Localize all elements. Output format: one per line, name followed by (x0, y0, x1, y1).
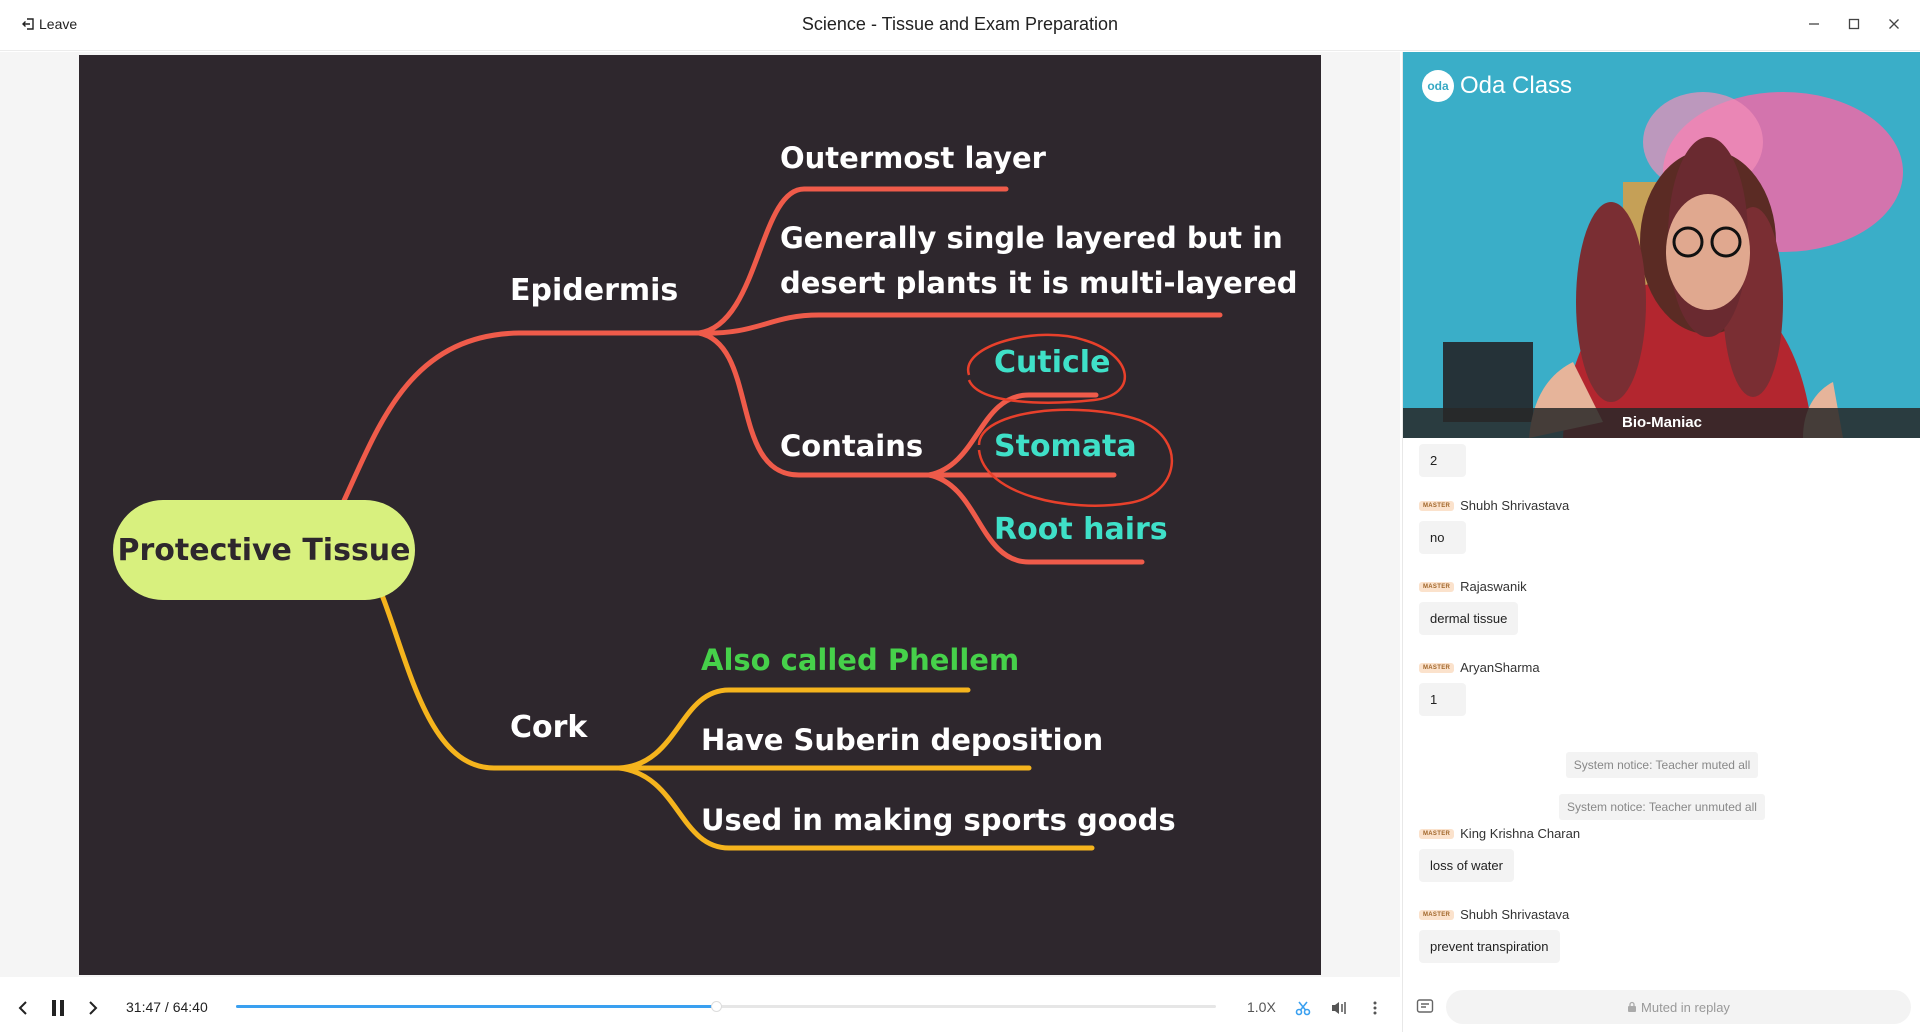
cuticle-label: Cuticle (994, 345, 1110, 380)
chat-message: 2 (1419, 438, 1466, 477)
playback-controls: 31:47 / 64:40 1.0X (0, 980, 1400, 1032)
progress-bar[interactable] (236, 1001, 1216, 1012)
master-badge: MASTER (1419, 828, 1455, 839)
epidermis-label: Epidermis (510, 273, 678, 308)
sender-name: Shubh Shrivastava (1460, 498, 1570, 513)
speed-button[interactable]: 1.0X (1247, 999, 1276, 1015)
message-text: 2 (1419, 444, 1466, 477)
logo-text: Oda Class (1460, 72, 1573, 99)
message-text: loss of water (1419, 849, 1514, 882)
phellem-label: Also called Phellem (701, 643, 1019, 677)
sports-label: Used in making sports goods (701, 803, 1176, 837)
sender-name: Shubh Shrivastava (1460, 907, 1570, 922)
time-display: 31:47 / 64:40 (126, 999, 208, 1015)
close-icon (1889, 19, 1899, 29)
message-text: dermal tissue (1419, 602, 1519, 635)
maximize-button[interactable] (1842, 12, 1866, 36)
mind-map: Protective Tissue Epidermis Outermost la… (113, 141, 1298, 851)
oda-logo: oda Oda Class (1422, 70, 1572, 102)
title-bar: Leave Science - Tissue and Exam Preparat… (0, 0, 1920, 51)
scissors-icon (1295, 1001, 1311, 1016)
stomata-label: Stomata (994, 429, 1137, 464)
side-panel: oda Oda Class Bio-Maniac 2 MASTER Shubh S… (1402, 52, 1920, 1032)
message-text: 1 (1419, 683, 1466, 716)
master-badge: MASTER (1419, 662, 1455, 673)
pause-icon (52, 1000, 64, 1016)
logo-icon: oda (1422, 70, 1454, 102)
single-layer-line2: desert plants it is multi-layered (780, 266, 1298, 300)
sender-name: King Krishna Charan (1460, 826, 1581, 841)
outermost-label: Outermost layer (780, 141, 1047, 175)
master-badge: MASTER (1419, 909, 1455, 920)
chat-message: MASTER Rajaswanik dermal tissue (1419, 579, 1527, 635)
chat-toggle-button[interactable] (1416, 998, 1436, 1016)
teacher-video: oda Oda Class Bio-Maniac (1403, 52, 1920, 438)
contains-label: Contains (780, 429, 923, 463)
clip-button[interactable] (1291, 996, 1315, 1020)
chat-message: MASTER King Krishna Charan loss of water (1419, 826, 1580, 882)
chat-message: MASTER AryanSharma 1 (1419, 660, 1540, 716)
sender-name: AryanSharma (1460, 660, 1540, 675)
message-text: no (1419, 521, 1466, 554)
chat-input-muted: Muted in replay (1446, 990, 1911, 1024)
close-button[interactable] (1882, 12, 1906, 36)
minimize-button[interactable] (1802, 12, 1826, 36)
previous-button[interactable] (11, 996, 35, 1020)
maximize-icon (1848, 18, 1860, 30)
pause-button[interactable] (46, 996, 70, 1020)
minimize-icon (1809, 23, 1819, 25)
master-badge: MASTER (1419, 500, 1455, 511)
chat-message: MASTER Shubh Shrivastava no (1419, 498, 1569, 554)
single-layer-line1: Generally single layered but in (780, 221, 1283, 255)
muted-label: Muted in replay (1641, 999, 1730, 1015)
chat-toggle-icon (1416, 999, 1434, 1013)
root-hairs-label: Root hairs (994, 512, 1168, 547)
suberin-label: Have Suberin deposition (701, 723, 1103, 757)
teacher-name: Bio-Maniac (1403, 408, 1920, 438)
more-icon (1373, 1001, 1377, 1015)
message-text: prevent transpiration (1419, 930, 1560, 963)
video-frame (1403, 52, 1920, 438)
root-label: Protective Tissue (118, 533, 411, 568)
window-title: Science - Tissue and Exam Preparation (801, 14, 1119, 34)
next-icon (89, 1001, 98, 1015)
sender-name: Rajaswanik (1460, 579, 1527, 594)
presentation-stage: Protective Tissue Epidermis Outermost la… (0, 52, 1400, 977)
slide: Protective Tissue Epidermis Outermost la… (79, 55, 1321, 975)
next-button[interactable] (81, 996, 105, 1020)
system-notice: System notice: Teacher unmuted all (1403, 794, 1920, 820)
chat-list[interactable]: 2 MASTER Shubh Shrivastava no MASTER Rajas… (1403, 438, 1920, 978)
system-notice: System notice: Teacher muted all (1403, 752, 1920, 778)
volume-button[interactable] (1327, 996, 1351, 1020)
more-button[interactable] (1363, 996, 1387, 1020)
chat-message: MASTER Shubh Shrivastava prevent transpir… (1419, 907, 1569, 963)
progress-fill (236, 1005, 717, 1008)
previous-icon (18, 1001, 27, 1015)
master-badge: MASTER (1419, 581, 1455, 592)
progress-handle[interactable] (711, 1001, 723, 1012)
lock-icon (1628, 1001, 1637, 1012)
cork-label: Cork (510, 710, 588, 745)
volume-icon (1332, 1002, 1346, 1014)
